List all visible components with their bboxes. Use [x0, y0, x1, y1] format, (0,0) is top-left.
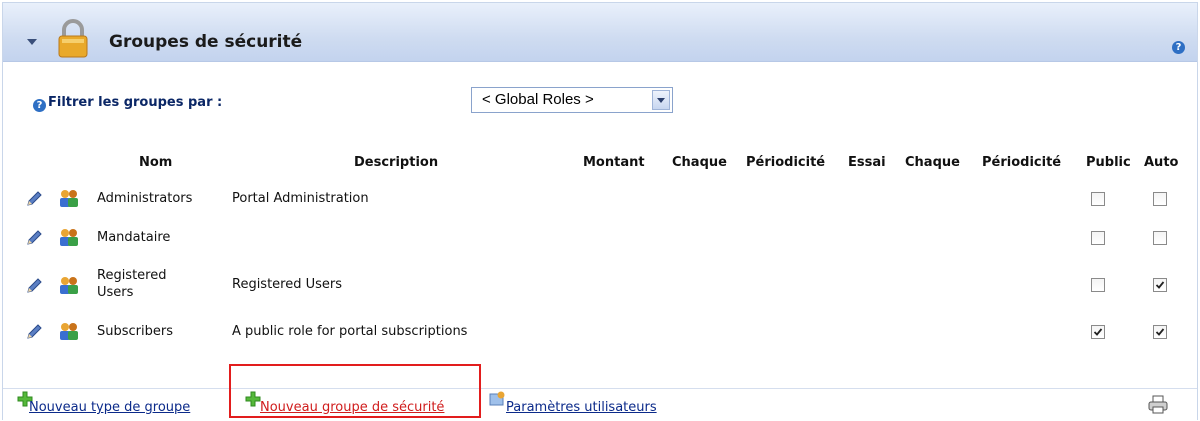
role-filter-select[interactable]: < Global Roles >: [471, 87, 673, 113]
public-checkbox[interactable]: [1091, 325, 1105, 339]
column-header-public: Public: [1086, 155, 1131, 170]
row-name: Administrators: [97, 191, 193, 206]
column-header-periodicite-2: Périodicité: [982, 155, 1062, 170]
filter-label-text: Filtrer les groupes par :: [48, 95, 223, 110]
collapse-arrow-icon[interactable]: [27, 39, 37, 45]
row-name-line-2: Users: [97, 285, 134, 300]
edit-pencil-icon[interactable]: [25, 190, 43, 208]
group-users-icon: [60, 190, 78, 207]
group-users-icon: [60, 277, 78, 294]
column-header-chaque-2: Chaque: [905, 155, 960, 170]
column-header-periodicite: Périodicité: [746, 155, 826, 170]
column-header-nom: Nom: [139, 155, 173, 170]
auto-checkbox[interactable]: [1153, 192, 1167, 206]
user-settings-link[interactable]: Paramètres utilisateurs: [506, 400, 657, 415]
group-users-icon: [60, 323, 78, 340]
column-header-essai: Essai: [848, 155, 886, 170]
security-groups-panel: Groupes de sécurité ? ? Filtrer les group…: [2, 2, 1198, 420]
row-description: Registered Users: [232, 277, 343, 292]
row-name: Registered Users: [97, 267, 167, 301]
help-icon[interactable]: ?: [1172, 35, 1185, 54]
page-title: Groupes de sécurité: [109, 32, 303, 52]
footer-divider: [3, 388, 1197, 389]
column-header-description: Description: [354, 155, 439, 170]
group-users-icon: [60, 229, 78, 246]
auto-checkbox[interactable]: [1153, 278, 1167, 292]
edit-pencil-icon[interactable]: [25, 323, 43, 341]
auto-checkbox[interactable]: [1153, 231, 1167, 245]
edit-pencil-icon[interactable]: [25, 277, 43, 295]
column-header-chaque: Chaque: [672, 155, 727, 170]
help-symbol: ?: [1172, 41, 1185, 54]
role-filter-value: < Global Roles >: [482, 91, 594, 108]
row-description: Portal Administration: [232, 191, 369, 206]
new-group-type-link[interactable]: Nouveau type de groupe: [29, 400, 190, 415]
public-checkbox[interactable]: [1091, 278, 1105, 292]
public-checkbox[interactable]: [1091, 192, 1105, 206]
column-header-montant: Montant: [583, 155, 645, 170]
panel-header: Groupes de sécurité ?: [3, 3, 1197, 62]
filter-label: ? Filtrer les groupes par :: [33, 95, 222, 112]
public-checkbox[interactable]: [1091, 231, 1105, 245]
checkmark-icon: [1155, 328, 1165, 336]
checkmark-icon: [1155, 281, 1165, 289]
checkmark-icon: [1093, 328, 1103, 336]
user-settings-icon[interactable]: [489, 391, 507, 407]
filter-help-icon[interactable]: ?: [33, 99, 46, 112]
auto-checkbox[interactable]: [1153, 325, 1167, 339]
highlight-box: [229, 364, 481, 418]
printer-icon[interactable]: [1147, 395, 1169, 415]
column-header-auto: Auto: [1144, 155, 1179, 170]
row-name-line-1: Registered: [97, 268, 167, 283]
row-name: Subscribers: [97, 324, 173, 339]
row-description: A public role for portal subscriptions: [232, 324, 468, 339]
lock-icon: [58, 19, 88, 58]
edit-pencil-icon[interactable]: [25, 229, 43, 247]
chevron-down-icon[interactable]: [652, 90, 670, 110]
row-name: Mandataire: [97, 230, 171, 245]
